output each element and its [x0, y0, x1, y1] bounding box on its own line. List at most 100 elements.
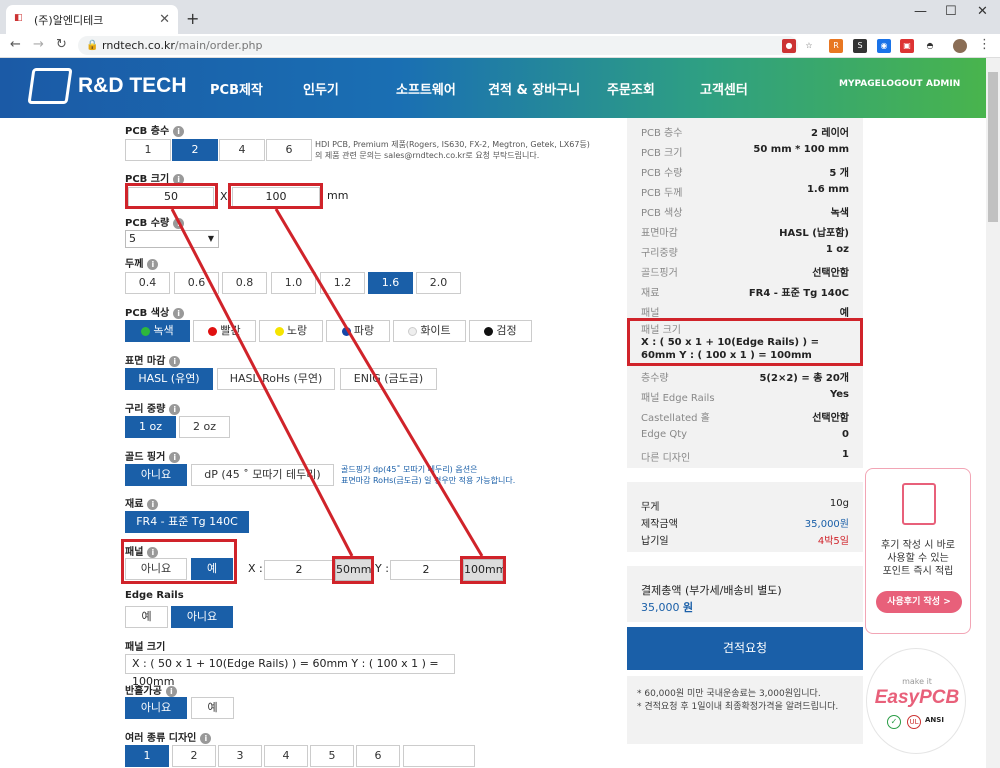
- panel-y-input[interactable]: 2: [390, 560, 462, 580]
- mypage-link[interactable]: MYPAGE: [839, 79, 881, 89]
- tab-strip: ◧ (주)알엔디테크 ✕ + — ☐ ✕: [0, 0, 1000, 34]
- quote-request-button[interactable]: 견적요청: [627, 627, 863, 670]
- menu-icon[interactable]: ⋮: [978, 37, 991, 52]
- ext-icon-1[interactable]: ●: [782, 39, 796, 53]
- finish-hasl-rohs[interactable]: HASL RoHs (무연): [217, 368, 335, 390]
- browser-tab[interactable]: ◧ (주)알엔디테크 ✕: [6, 5, 178, 34]
- info-icon[interactable]: i: [169, 451, 181, 463]
- info-icon[interactable]: i: [147, 498, 159, 510]
- halfhole-yes[interactable]: 예: [191, 697, 234, 719]
- lock-icon: 🔒: [86, 40, 99, 51]
- edge-rails-no[interactable]: 아니요: [171, 606, 233, 628]
- info-icon[interactable]: i: [173, 217, 185, 229]
- scrollbar-thumb[interactable]: [988, 72, 998, 222]
- maximize-icon[interactable]: ☐: [945, 4, 957, 19]
- thickness-1.6[interactable]: 1.6: [368, 272, 413, 294]
- info-icon[interactable]: i: [200, 732, 212, 744]
- logo[interactable]: R&D TECH: [27, 68, 187, 104]
- reload-icon[interactable]: ↻: [56, 37, 67, 52]
- forward-icon[interactable]: →: [33, 37, 44, 52]
- profile-avatar[interactable]: [953, 39, 967, 53]
- finish-hasl[interactable]: HASL (유연): [125, 368, 213, 390]
- thickness-1.2[interactable]: 1.2: [320, 272, 365, 294]
- thickness-0.6[interactable]: 0.6: [174, 272, 219, 294]
- copper-2oz[interactable]: 2 oz: [179, 416, 230, 438]
- nav-solder[interactable]: 인두기: [303, 79, 339, 98]
- nav-pcb[interactable]: PCB제작: [210, 79, 263, 98]
- color-black[interactable]: 검정: [469, 320, 532, 342]
- write-review-button[interactable]: 사용후기 작성 >: [876, 591, 962, 613]
- color-yellow[interactable]: 노랑: [259, 320, 323, 342]
- design-option-3[interactable]: 3: [218, 745, 262, 767]
- color-white[interactable]: 화이트: [393, 320, 466, 342]
- url-input[interactable]: 🔒 rndtech.co.kr/main/order.php: [78, 36, 798, 55]
- highlight-panel-x-unit: [332, 556, 374, 584]
- info-icon[interactable]: i: [173, 125, 185, 137]
- edge-rails-label: Edge Rails: [125, 590, 184, 601]
- nav-support[interactable]: 고객센터: [700, 79, 748, 98]
- nav-quote-cart[interactable]: 견적 & 장바구니: [488, 79, 580, 98]
- info-icon[interactable]: i: [165, 685, 177, 697]
- ext-icon-2[interactable]: R: [829, 39, 843, 53]
- easypcb-tagline: make it: [902, 677, 932, 686]
- design-option-5[interactable]: 5: [310, 745, 354, 767]
- admin-link[interactable]: ADMIN: [926, 79, 960, 89]
- info-icon[interactable]: i: [147, 258, 159, 270]
- ext-icon-3[interactable]: S: [853, 39, 867, 53]
- ext-icon-5[interactable]: ▣: [900, 39, 914, 53]
- design-option-2[interactable]: 2: [172, 745, 216, 767]
- panel-x-input[interactable]: 2: [264, 560, 334, 580]
- color-red[interactable]: 빨간: [193, 320, 256, 342]
- halfhole-no[interactable]: 아니요: [125, 697, 187, 719]
- layer-option-1[interactable]: 1: [125, 139, 171, 161]
- goldfinger-no[interactable]: 아니요: [125, 464, 187, 486]
- design-option-6[interactable]: 6: [356, 745, 400, 767]
- finish-enig[interactable]: ENIG (금도금): [340, 368, 437, 390]
- finish-label: 표면 마감 i: [125, 352, 181, 367]
- easypcb-badge[interactable]: make it EasyPCB ✓ UL ANSI: [866, 648, 966, 754]
- layer-option-4[interactable]: 4: [219, 139, 265, 161]
- logout-link[interactable]: LOGOUT: [881, 79, 923, 89]
- minimize-icon[interactable]: —: [914, 4, 927, 19]
- design-custom-input[interactable]: [403, 745, 475, 767]
- thickness-label: 두께 i: [125, 255, 159, 270]
- new-tab-icon[interactable]: +: [186, 9, 199, 28]
- layer-option-6[interactable]: 6: [266, 139, 312, 161]
- material-label: 재료 i: [125, 495, 159, 510]
- color-blue[interactable]: 파랑: [326, 320, 390, 342]
- thickness-0.4[interactable]: 0.4: [125, 272, 170, 294]
- highlight-summary-panel-size: [627, 318, 863, 366]
- back-icon[interactable]: ←: [10, 37, 21, 52]
- nav-software[interactable]: 소프트웨어: [396, 79, 456, 98]
- thickness-0.8[interactable]: 0.8: [222, 272, 267, 294]
- copper-1oz[interactable]: 1 oz: [125, 416, 176, 438]
- nav-order-lookup[interactable]: 주문조회: [607, 79, 655, 98]
- info-icon[interactable]: i: [169, 403, 181, 415]
- layer-option-2[interactable]: 2: [172, 139, 218, 161]
- black-dot-icon: [484, 326, 494, 336]
- tab-close-icon[interactable]: ✕: [159, 12, 170, 27]
- notebook-pen-icon: [902, 483, 936, 525]
- goldfinger-label: 골드 핑거 i: [125, 448, 181, 463]
- qty-select[interactable]: 5 ▼: [125, 230, 219, 248]
- rohs-icon: ✓: [887, 715, 901, 729]
- payment-box: 결제총액 (부가세/배송비 별도) 35,000 원: [627, 566, 863, 622]
- highlight-width: [125, 183, 218, 209]
- goldfinger-dp[interactable]: dP (45 ˚ 모따기 테두리): [191, 464, 334, 486]
- design-option-1[interactable]: 1: [125, 745, 169, 767]
- info-icon[interactable]: i: [169, 355, 181, 367]
- tab-title: (주)알엔디테크: [34, 13, 104, 27]
- material-fr4[interactable]: FR4 - 표준 Tg 140C: [125, 511, 249, 533]
- ext-icon-4[interactable]: ◉: [877, 39, 891, 53]
- bookmark-star-icon[interactable]: ☆: [802, 39, 816, 53]
- url-host: rndtech.co.kr: [102, 39, 175, 52]
- highlight-panel-y-unit: [460, 556, 506, 584]
- ext-icon-6[interactable]: ◓: [923, 39, 937, 53]
- thickness-2.0[interactable]: 2.0: [416, 272, 461, 294]
- design-option-4[interactable]: 4: [264, 745, 308, 767]
- thickness-1.0[interactable]: 1.0: [271, 272, 316, 294]
- window-close-icon[interactable]: ✕: [977, 4, 988, 19]
- edge-rails-yes[interactable]: 예: [125, 606, 168, 628]
- info-icon[interactable]: i: [173, 307, 185, 319]
- color-green[interactable]: 녹색: [125, 320, 190, 342]
